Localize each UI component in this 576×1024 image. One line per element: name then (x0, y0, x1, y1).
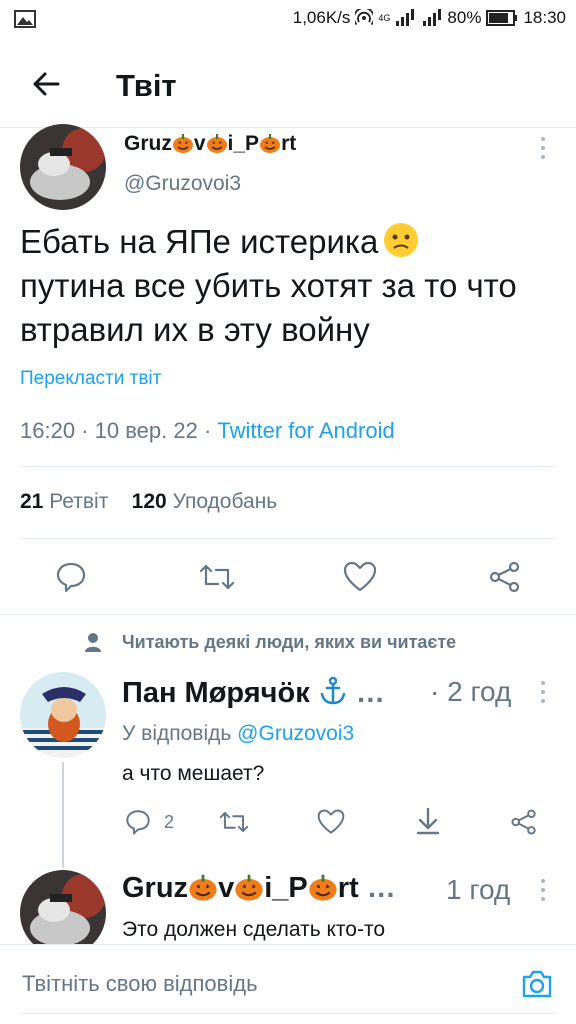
section-divider (0, 614, 576, 615)
arrow-left-icon[interactable] (26, 64, 66, 104)
like-heart-icon[interactable] (342, 560, 378, 594)
reply-count: 2 (164, 812, 175, 832)
reply-author-name-part: i_P (264, 872, 308, 904)
translate-tweet-link[interactable]: Перекласти твіт (20, 368, 161, 390)
author-name-part: Gruz (124, 132, 172, 155)
avatar-image (20, 124, 106, 210)
share-icon[interactable] (510, 808, 538, 836)
battery-icon (486, 10, 518, 26)
reply-author-name-part: v (218, 872, 235, 904)
reply-author-name[interactable]: Gruz v i_P rt … (122, 872, 396, 905)
network-speed: 1,06K/s (292, 8, 351, 27)
avatar-image (20, 672, 106, 758)
retweet-count[interactable]: 21 (20, 490, 43, 513)
more-options-icon[interactable] (540, 680, 546, 704)
author-name-part: v (193, 132, 206, 155)
pumpkin-icon (260, 134, 281, 153)
retweet-label[interactable]: Ретвіт (49, 490, 108, 513)
signal-icon-2 (423, 9, 442, 26)
reply-to-label: У відповідь (122, 722, 232, 745)
slightly-frowning-face-icon (384, 223, 419, 257)
tweet-text-line2: путина все убить хотят за то что втравил… (20, 267, 517, 348)
tweet-text: Ебать на ЯПе истерика путина все убить х… (20, 220, 560, 352)
reply-to-context: У відповідь @Gruzovoi3 (122, 722, 354, 746)
tweet-text-line1: Ебать на ЯПе истерика (20, 223, 379, 260)
battery-percent: 80% (447, 8, 482, 27)
reply-timestamp: · 2 год (430, 676, 512, 707)
author-name[interactable]: Gruz v i_P rt (124, 132, 296, 156)
reply-to-mention[interactable]: @Gruzovoi3 (237, 722, 354, 745)
tweet-time: 16:20 (20, 418, 76, 443)
like-heart-icon[interactable] (316, 808, 346, 836)
pumpkin-icon (235, 874, 263, 901)
like-label[interactable]: Уподобань (173, 490, 278, 513)
reply-author-name[interactable]: Пан Møрячöк … (122, 676, 385, 710)
author-handle[interactable]: @Gruzovoi3 (124, 172, 241, 196)
retweet-icon[interactable] (218, 808, 250, 836)
author-avatar[interactable] (20, 124, 106, 210)
reply-text: Это должен сделать кто-то (122, 918, 386, 941)
compose-bar (0, 944, 576, 1024)
reply-icon[interactable] (124, 808, 152, 836)
pumpkin-icon (172, 134, 193, 153)
truncation-ellipsis: … (355, 677, 385, 709)
download-icon[interactable] (414, 806, 442, 836)
reply-compose-input[interactable] (22, 971, 482, 997)
reply-icon[interactable] (54, 560, 88, 594)
tweet-date: 10 вер. 22 (94, 418, 198, 443)
signal-icon (396, 9, 415, 26)
more-options-icon[interactable] (540, 136, 546, 160)
tweet-source[interactable]: Twitter for Android (217, 418, 394, 443)
retweet-icon[interactable] (198, 560, 236, 594)
camera-icon[interactable] (520, 967, 554, 1001)
reply-author-name-text: Пан Møрячöк (122, 677, 310, 709)
like-count[interactable]: 120 (132, 490, 167, 513)
app-header: Твіт (0, 48, 576, 128)
clock: 18:30 (523, 8, 566, 27)
thread-line (62, 762, 64, 868)
author-name-part: i_P (227, 132, 260, 155)
divider (20, 466, 556, 467)
reply-text: а что мешает? (122, 762, 265, 785)
more-options-icon[interactable] (540, 878, 546, 902)
anchor-icon (320, 676, 346, 705)
share-icon[interactable] (488, 560, 522, 594)
compose-underline (20, 1013, 556, 1014)
image-notification-icon (14, 10, 36, 28)
social-context-label: Читають деякі люди, яких ви читаєте (122, 632, 457, 652)
tweet-metadata: 16:20 · 10 вер. 22 · Twitter for Android (20, 418, 395, 443)
status-indicators: 1,06K/s 4G 80% 18:30 (293, 8, 566, 28)
reply-author-name-part: Gruz (122, 872, 189, 904)
network-type: 4G (378, 13, 391, 23)
pumpkin-icon (309, 874, 337, 901)
tweet-stats: 21 Ретвіт 120 Уподобань (20, 490, 277, 514)
page-title: Твіт (116, 68, 177, 103)
reply-author-name-part: rt (337, 872, 359, 904)
reply-timestamp: 1 год (446, 874, 511, 905)
pumpkin-icon (206, 134, 227, 153)
hotspot-icon (355, 9, 374, 26)
author-name-part: rt (281, 132, 297, 155)
divider (20, 538, 556, 539)
pumpkin-icon (189, 874, 217, 901)
truncation-ellipsis: … (366, 872, 396, 904)
reply-avatar[interactable] (20, 672, 106, 758)
status-bar: 1,06K/s 4G 80% 18:30 (0, 0, 576, 40)
person-icon (85, 633, 101, 652)
